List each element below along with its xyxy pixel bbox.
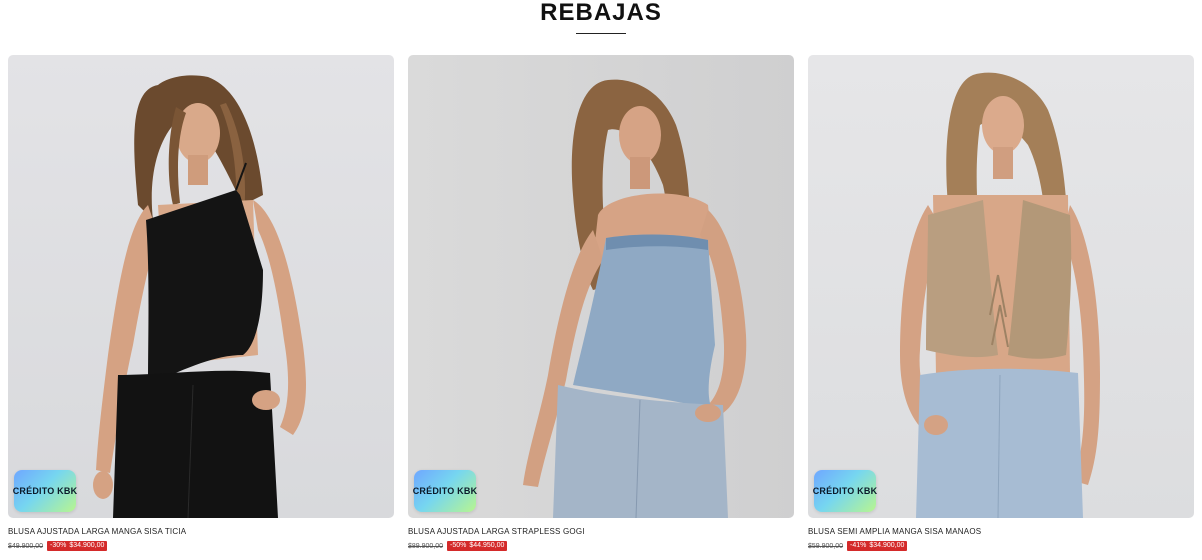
product-card[interactable]: CRÉDITO KBK BLUSA AJUSTADA LARGA STRAPLE… bbox=[408, 55, 794, 560]
product-photo-model-black-top bbox=[93, 75, 306, 518]
discount-tag: -50% $44.950,00 bbox=[447, 541, 508, 551]
section-header: REBAJAS bbox=[0, 0, 1202, 44]
product-card[interactable]: CRÉDITO KBK BLUSA AJUSTADA LARGA MANGA S… bbox=[8, 55, 394, 560]
price-row: $49.900,00 -30% $34.900,00 bbox=[8, 541, 108, 551]
product-card[interactable]: CRÉDITO KBK BLUSA SEMI AMPLIA MANGA SISA… bbox=[808, 55, 1194, 560]
price-row: $59.900,00 -41% $34.900,00 bbox=[808, 541, 908, 551]
sale-price: $34.900,00 bbox=[69, 542, 105, 549]
discount-tag: -30% $34.900,00 bbox=[47, 541, 108, 551]
credit-badge[interactable]: CRÉDITO KBK bbox=[12, 470, 78, 512]
credit-badge-label: CRÉDITO KBK bbox=[812, 486, 878, 496]
section-title: REBAJAS bbox=[540, 0, 662, 26]
product-grid: CRÉDITO KBK BLUSA AJUSTADA LARGA MANGA S… bbox=[8, 55, 1194, 560]
credit-badge-label: CRÉDITO KBK bbox=[12, 486, 78, 496]
credit-badge[interactable]: CRÉDITO KBK bbox=[812, 470, 878, 512]
credit-badge[interactable]: CRÉDITO KBK bbox=[412, 470, 478, 512]
discount-percent: -30% bbox=[50, 542, 67, 549]
price-row: $89.900,00 -50% $44.950,00 bbox=[408, 541, 508, 551]
sale-price: $44.950,00 bbox=[469, 542, 505, 549]
product-image[interactable]: CRÉDITO KBK bbox=[808, 55, 1194, 518]
discount-percent: -41% bbox=[850, 542, 867, 549]
product-name[interactable]: BLUSA AJUSTADA LARGA MANGA SISA TICIA bbox=[8, 527, 394, 536]
title-underline bbox=[576, 33, 626, 34]
product-photo-model-beige-vest bbox=[900, 72, 1100, 518]
discount-percent: -50% bbox=[450, 542, 467, 549]
product-name[interactable]: BLUSA SEMI AMPLIA MANGA SISA MANAOS bbox=[808, 527, 1194, 536]
product-name[interactable]: BLUSA AJUSTADA LARGA STRAPLESS GOGI bbox=[408, 527, 794, 536]
discount-tag: -41% $34.900,00 bbox=[847, 541, 908, 551]
original-price: $59.900,00 bbox=[808, 542, 844, 550]
product-image[interactable]: CRÉDITO KBK bbox=[8, 55, 394, 518]
sale-price: $34.900,00 bbox=[869, 542, 905, 549]
product-image[interactable]: CRÉDITO KBK bbox=[408, 55, 794, 518]
product-photo-model-denim-top bbox=[523, 79, 747, 518]
original-price: $49.900,00 bbox=[8, 542, 44, 550]
credit-badge-label: CRÉDITO KBK bbox=[412, 486, 478, 496]
original-price: $89.900,00 bbox=[408, 542, 444, 550]
